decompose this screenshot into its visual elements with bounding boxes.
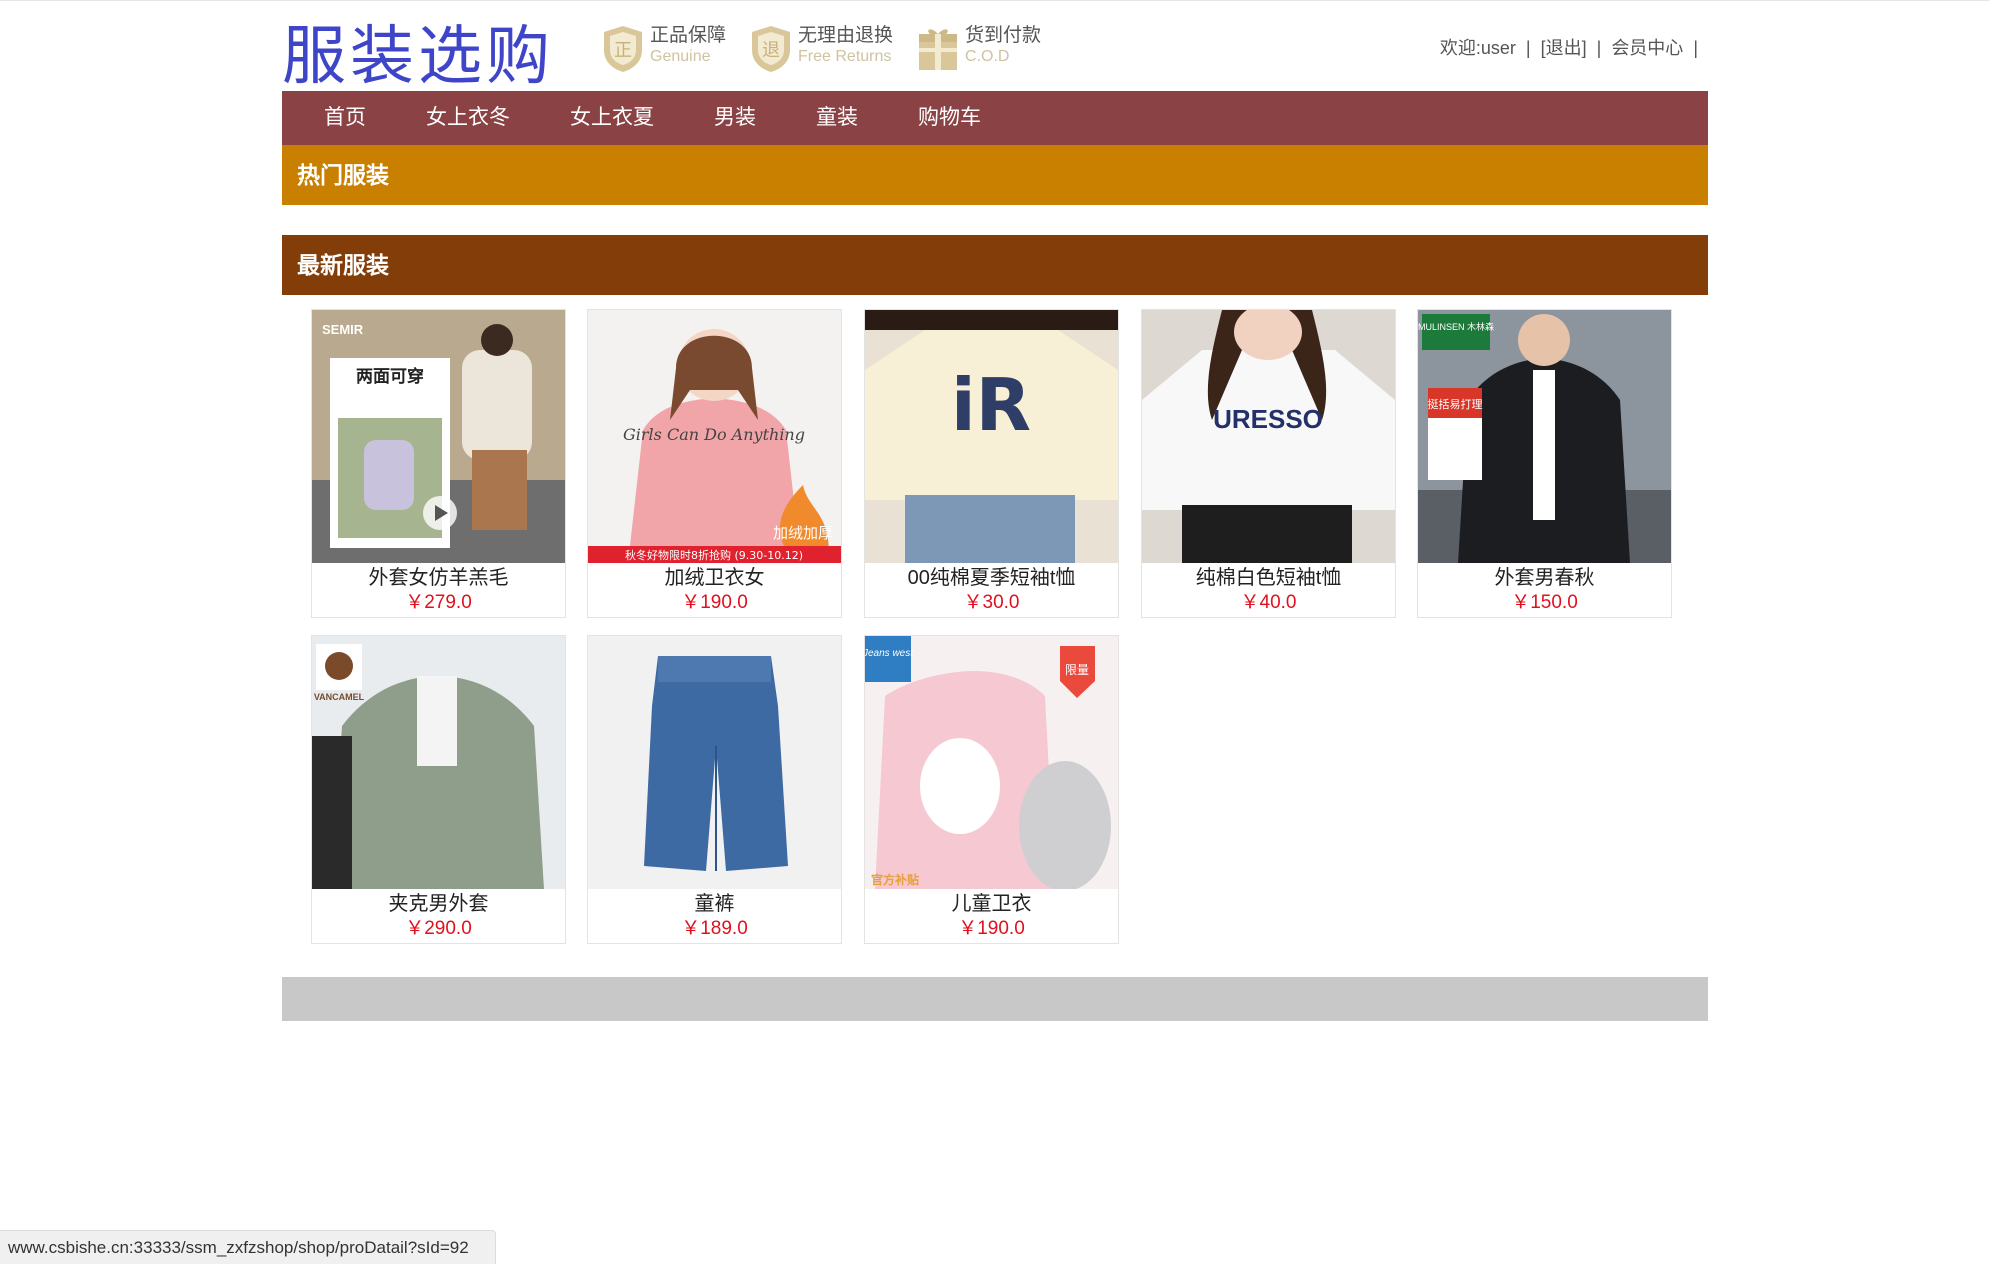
logout-link[interactable]: [退出] — [1541, 38, 1587, 58]
svg-text:URESSO: URESSO — [1213, 404, 1323, 434]
product-name[interactable]: 外套男春秋 — [1418, 565, 1671, 591]
badge-cod: 货到付款 C.O.D — [915, 24, 1041, 74]
svg-text:Girls Can Do Anything: Girls Can Do Anything — [623, 425, 805, 444]
page-footer — [282, 977, 1708, 1021]
product-image[interactable]: Girls Can Do Anything 加绒加厚 秋冬好物限时8折抢购 (9… — [588, 310, 841, 563]
product-name[interactable]: 儿童卫衣 — [865, 891, 1118, 917]
svg-text:两面可穿: 两面可穿 — [356, 366, 424, 387]
product-price: ￥30.0 — [963, 592, 1020, 613]
svg-text:Jeans west: Jeans west — [865, 648, 914, 659]
product-price: ￥150.0 — [1511, 592, 1578, 613]
browser-status-url: www.csbishe.cn:33333/ssm_zxfzshop/shop/p… — [0, 1230, 496, 1264]
separator: | — [1596, 38, 1602, 58]
product-name[interactable]: 纯棉白色短袖t恤 — [1142, 565, 1395, 591]
separator: | — [1693, 38, 1698, 58]
product-name[interactable]: 加绒卫衣女 — [588, 565, 841, 591]
product-image[interactable]: URESSO — [1142, 310, 1395, 563]
svg-text:SEMIR: SEMIR — [322, 322, 364, 337]
product-image[interactable]: SEMIR 两面可穿 — [312, 310, 565, 563]
product-card[interactable]: VANCAMEL 夹克男外套 ￥290.0 — [311, 635, 566, 944]
product-name[interactable]: 外套女仿羊羔毛 — [312, 565, 565, 591]
product-image[interactable]: VANCAMEL — [312, 636, 565, 889]
product-name[interactable]: 夹克男外套 — [312, 891, 565, 917]
svg-text:退: 退 — [762, 40, 780, 61]
badge-genuine: 正 正品保障 Genuine — [600, 24, 726, 74]
product-image[interactable] — [588, 636, 841, 889]
svg-text:官方补贴: 官方补贴 — [871, 872, 919, 887]
badge-returns-en: Free Returns — [798, 48, 892, 65]
separator: | — [1525, 38, 1531, 58]
product-price: ￥190.0 — [681, 592, 748, 613]
svg-text:秋冬好物限时8折抢购 (9.30-10.12): 秋冬好物限时8折抢购 (9.30-10.12) — [625, 548, 803, 562]
svg-text:iR: iR — [951, 363, 1031, 447]
badge-returns-label: 无理由退换 — [798, 25, 894, 46]
welcome-text: 欢迎:user — [1439, 38, 1516, 58]
svg-text:MULINSEN 木林森: MULINSEN 木林森 — [1418, 321, 1494, 332]
main-nav: 首页 女上衣冬 女上衣夏 男装 童装 购物车 — [282, 91, 1708, 145]
nav-cart[interactable]: 购物车 — [888, 91, 1011, 145]
product-card[interactable]: MULINSEN 木林森 挺括易打理 外套男春秋 ￥150.0 — [1417, 309, 1672, 618]
returns-shield-icon: 退 — [752, 26, 791, 72]
product-image[interactable]: Jeans west 限量 官方补贴 — [865, 636, 1118, 889]
badge-cod-label: 货到付款 — [965, 25, 1042, 46]
product-price: ￥190.0 — [958, 918, 1025, 939]
svg-text:VANCAMEL: VANCAMEL — [314, 692, 365, 702]
nav-home[interactable]: 首页 — [294, 91, 396, 145]
product-card[interactable]: Jeans west 限量 官方补贴 儿童卫衣 ￥190.0 — [864, 635, 1119, 944]
svg-text:挺括易打理: 挺括易打理 — [1428, 397, 1483, 411]
svg-text:限量: 限量 — [1065, 663, 1089, 677]
badge-returns: 退 无理由退换 Free Returns — [748, 24, 893, 74]
product-card[interactable]: SEMIR 两面可穿 外套女仿羊羔毛 ￥279.0 — [311, 309, 566, 618]
site-logo[interactable]: 服装选购 — [282, 22, 554, 92]
svg-text:正: 正 — [614, 40, 632, 61]
genuine-shield-icon: 正 — [604, 26, 642, 72]
badge-cod-en: C.O.D — [965, 48, 1010, 65]
product-grid: SEMIR 两面可穿 外套女仿羊羔毛 ￥279.0 Girls Can Do A… — [282, 295, 1708, 945]
product-price: ￥40.0 — [1240, 592, 1297, 613]
badge-genuine-label: 正品保障 — [650, 25, 727, 46]
svg-text:加绒加厚: 加绒加厚 — [773, 524, 833, 542]
user-bar: 欢迎:user | [退出] | 会员中心 | — [1440, 34, 1708, 60]
product-card[interactable]: iR 00纯棉夏季短袖t恤 ￥30.0 — [864, 309, 1119, 618]
site-header: 服装选购 正 正品保障 Genuine 退 无理由退换 Free Returns… — [282, 0, 1708, 92]
new-section-header: 最新服装 — [282, 235, 1708, 295]
product-price: ￥279.0 — [405, 592, 472, 613]
product-image[interactable]: MULINSEN 木林森 挺括易打理 — [1418, 310, 1671, 563]
product-price: ￥290.0 — [405, 918, 472, 939]
product-card[interactable]: 童裤 ￥189.0 — [587, 635, 842, 944]
product-card[interactable]: Girls Can Do Anything 加绒加厚 秋冬好物限时8折抢购 (9… — [587, 309, 842, 618]
member-center-link[interactable]: 会员中心 — [1611, 38, 1683, 58]
product-name[interactable]: 00纯棉夏季短袖t恤 — [865, 565, 1118, 591]
service-badges: 正 正品保障 Genuine 退 无理由退换 Free Returns 货到付款… — [600, 24, 1063, 74]
nav-men[interactable]: 男装 — [684, 91, 786, 145]
product-card[interactable]: URESSO 纯棉白色短袖t恤 ￥40.0 — [1141, 309, 1396, 618]
nav-women-winter[interactable]: 女上衣冬 — [396, 91, 540, 145]
page-container: 服装选购 正 正品保障 Genuine 退 无理由退换 Free Returns… — [282, 0, 1708, 1021]
product-image[interactable]: iR — [865, 310, 1118, 563]
badge-genuine-en: Genuine — [650, 48, 711, 65]
hot-section-header: 热门服装 — [282, 145, 1708, 205]
nav-women-summer[interactable]: 女上衣夏 — [540, 91, 684, 145]
product-price: ￥189.0 — [681, 918, 748, 939]
product-name[interactable]: 童裤 — [588, 891, 841, 917]
nav-kids[interactable]: 童装 — [786, 91, 888, 145]
cod-gift-icon — [919, 29, 958, 70]
